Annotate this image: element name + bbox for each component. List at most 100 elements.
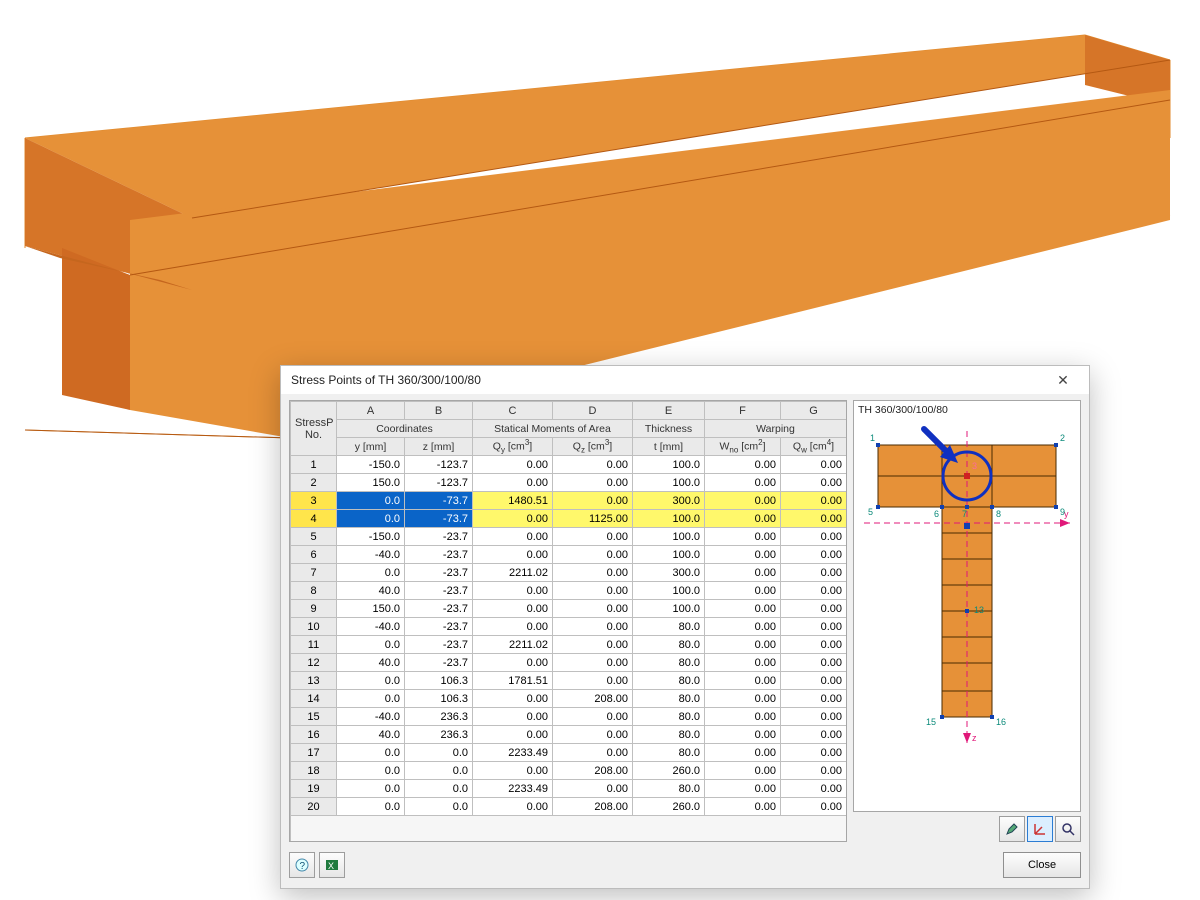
cell-z[interactable]: 106.3 (405, 672, 473, 690)
cell-y[interactable]: 40.0 (337, 654, 405, 672)
table-row[interactable]: 5-150.0-23.70.000.00100.00.000.00 (291, 528, 847, 546)
cell-qy[interactable]: 1480.51 (473, 492, 553, 510)
cell-qw[interactable]: 0.00 (781, 474, 847, 492)
cell-wno[interactable]: 0.00 (705, 492, 781, 510)
cell-qy[interactable]: 1781.51 (473, 672, 553, 690)
cell-wno[interactable]: 0.00 (705, 618, 781, 636)
cell-t[interactable]: 100.0 (633, 474, 705, 492)
cell-t[interactable]: 100.0 (633, 582, 705, 600)
cell-y[interactable]: 0.0 (337, 636, 405, 654)
cell-qy[interactable]: 0.00 (473, 726, 553, 744)
cell-y[interactable]: 150.0 (337, 474, 405, 492)
table-row[interactable]: 1-150.0-123.70.000.00100.00.000.00 (291, 456, 847, 474)
stress-points-table[interactable]: StressP No. A B C D E F G Coordinates St… (289, 400, 847, 842)
close-icon[interactable]: ✕ (1045, 369, 1081, 391)
cell-t[interactable]: 260.0 (633, 762, 705, 780)
cell-y[interactable]: -40.0 (337, 546, 405, 564)
cell-t[interactable]: 100.0 (633, 510, 705, 528)
row-number[interactable]: 14 (291, 690, 337, 708)
cell-qy[interactable]: 0.00 (473, 762, 553, 780)
cell-qz[interactable]: 0.00 (553, 456, 633, 474)
cell-qz[interactable]: 0.00 (553, 618, 633, 636)
cell-t[interactable]: 260.0 (633, 798, 705, 816)
cell-y[interactable]: 0.0 (337, 762, 405, 780)
cell-qz[interactable]: 0.00 (553, 654, 633, 672)
table-row[interactable]: 40.0-73.70.001125.00100.00.000.00 (291, 510, 847, 528)
cell-y[interactable]: 40.0 (337, 582, 405, 600)
pick-point-button[interactable] (1055, 816, 1081, 842)
edit-section-button[interactable] (999, 816, 1025, 842)
row-number[interactable]: 8 (291, 582, 337, 600)
cell-z[interactable]: 106.3 (405, 690, 473, 708)
dialog-titlebar[interactable]: Stress Points of TH 360/300/100/80 ✕ (281, 366, 1089, 394)
cell-qy[interactable]: 2233.49 (473, 744, 553, 762)
row-number[interactable]: 4 (291, 510, 337, 528)
cell-qy[interactable]: 0.00 (473, 510, 553, 528)
row-number[interactable]: 3 (291, 492, 337, 510)
cell-z[interactable]: 236.3 (405, 726, 473, 744)
cell-wno[interactable]: 0.00 (705, 672, 781, 690)
cell-wno[interactable]: 0.00 (705, 654, 781, 672)
cell-z[interactable]: -23.7 (405, 582, 473, 600)
cell-t[interactable]: 300.0 (633, 492, 705, 510)
table-row[interactable]: 70.0-23.72211.020.00300.00.000.00 (291, 564, 847, 582)
cell-z[interactable]: -23.7 (405, 546, 473, 564)
cell-t[interactable]: 100.0 (633, 456, 705, 474)
cell-wno[interactable]: 0.00 (705, 708, 781, 726)
row-number[interactable]: 1 (291, 456, 337, 474)
cell-qy[interactable]: 0.00 (473, 474, 553, 492)
cell-qz[interactable]: 208.00 (553, 798, 633, 816)
cell-z[interactable]: -23.7 (405, 600, 473, 618)
cell-y[interactable]: -40.0 (337, 708, 405, 726)
cell-qw[interactable]: 0.00 (781, 708, 847, 726)
row-number[interactable]: 15 (291, 708, 337, 726)
cell-t[interactable]: 80.0 (633, 636, 705, 654)
cell-qz[interactable]: 0.00 (553, 546, 633, 564)
col-letter[interactable]: E (633, 402, 705, 420)
cell-qz[interactable]: 1125.00 (553, 510, 633, 528)
table-row[interactable]: 180.00.00.00208.00260.00.000.00 (291, 762, 847, 780)
cell-t[interactable]: 80.0 (633, 726, 705, 744)
table-row[interactable]: 15-40.0236.30.000.0080.00.000.00 (291, 708, 847, 726)
cell-qz[interactable]: 0.00 (553, 708, 633, 726)
cell-y[interactable]: 150.0 (337, 600, 405, 618)
cell-wno[interactable]: 0.00 (705, 582, 781, 600)
table-row[interactable]: 170.00.02233.490.0080.00.000.00 (291, 744, 847, 762)
row-number[interactable]: 2 (291, 474, 337, 492)
cell-qz[interactable]: 0.00 (553, 672, 633, 690)
cell-qy[interactable]: 0.00 (473, 798, 553, 816)
cell-qz[interactable]: 208.00 (553, 762, 633, 780)
cell-y[interactable]: 0.0 (337, 510, 405, 528)
cell-z[interactable]: -23.7 (405, 636, 473, 654)
cell-y[interactable]: 40.0 (337, 726, 405, 744)
cell-z[interactable]: 0.0 (405, 780, 473, 798)
row-number[interactable]: 6 (291, 546, 337, 564)
cell-qw[interactable]: 0.00 (781, 744, 847, 762)
cell-t[interactable]: 80.0 (633, 708, 705, 726)
table-row[interactable]: 9150.0-23.70.000.00100.00.000.00 (291, 600, 847, 618)
cell-y[interactable]: -150.0 (337, 528, 405, 546)
cell-qy[interactable]: 2211.02 (473, 564, 553, 582)
table-row[interactable]: 1640.0236.30.000.0080.00.000.00 (291, 726, 847, 744)
cell-qw[interactable]: 0.00 (781, 492, 847, 510)
row-number[interactable]: 10 (291, 618, 337, 636)
cell-wno[interactable]: 0.00 (705, 600, 781, 618)
table-row[interactable]: 190.00.02233.490.0080.00.000.00 (291, 780, 847, 798)
row-number[interactable]: 13 (291, 672, 337, 690)
cell-qw[interactable]: 0.00 (781, 582, 847, 600)
help-button[interactable]: ? (289, 852, 315, 878)
cell-qz[interactable]: 0.00 (553, 744, 633, 762)
cell-qw[interactable]: 0.00 (781, 510, 847, 528)
cell-qw[interactable]: 0.00 (781, 654, 847, 672)
cell-z[interactable]: -73.7 (405, 510, 473, 528)
table-row[interactable]: 2150.0-123.70.000.00100.00.000.00 (291, 474, 847, 492)
table-row[interactable]: 6-40.0-23.70.000.00100.00.000.00 (291, 546, 847, 564)
cell-qw[interactable]: 0.00 (781, 600, 847, 618)
section-preview[interactable]: TH 360/300/100/80 (853, 400, 1081, 812)
table-row[interactable]: 130.0106.31781.510.0080.00.000.00 (291, 672, 847, 690)
table-row[interactable]: 140.0106.30.00208.0080.00.000.00 (291, 690, 847, 708)
cell-wno[interactable]: 0.00 (705, 762, 781, 780)
export-excel-button[interactable]: X (319, 852, 345, 878)
cell-qz[interactable]: 0.00 (553, 582, 633, 600)
cell-y[interactable]: 0.0 (337, 564, 405, 582)
